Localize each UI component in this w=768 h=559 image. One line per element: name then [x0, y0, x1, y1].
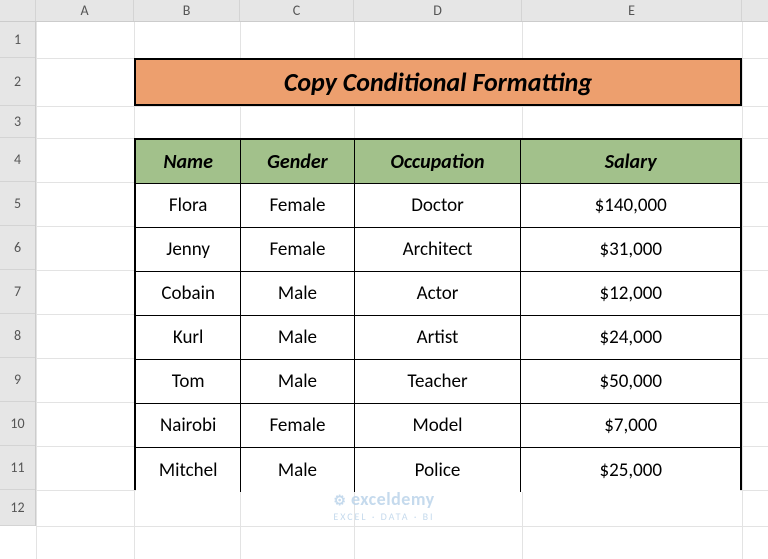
data-table: NameGenderOccupationSalaryFloraFemaleDoc… [134, 138, 742, 490]
select-all-corner[interactable] [0, 0, 36, 21]
cell[interactable]: $12,000 [521, 272, 740, 316]
row-header-2[interactable]: 2 [0, 58, 35, 106]
table-row: JennyFemaleArchitect$31,000 [136, 228, 740, 272]
row-header-6[interactable]: 6 [0, 226, 35, 270]
title-text: Copy Conditional Formatting [284, 66, 592, 98]
table-row: KurlMaleArtist$24,000 [136, 316, 740, 360]
table-header-name[interactable]: Name [136, 140, 241, 184]
cell[interactable]: Model [355, 404, 522, 448]
cell[interactable]: Actor [355, 272, 522, 316]
table-row: MitchelMalePolice$25,000 [136, 448, 740, 492]
row-header-4[interactable]: 4 [0, 138, 35, 182]
col-header-E[interactable]: E [522, 0, 742, 21]
cell[interactable]: $50,000 [521, 360, 740, 404]
cell[interactable]: $24,000 [521, 316, 740, 360]
title-cell[interactable]: Copy Conditional Formatting [134, 58, 742, 106]
cell[interactable]: Male [241, 360, 354, 404]
spreadsheet: ABCDE 123456789101112 Copy Conditional F… [0, 0, 768, 559]
row-header-5[interactable]: 5 [0, 182, 35, 226]
cell[interactable]: Doctor [355, 184, 522, 228]
cell[interactable]: Kurl [136, 316, 241, 360]
table-header-salary[interactable]: Salary [521, 140, 740, 184]
cell[interactable]: Tom [136, 360, 241, 404]
row-header-11[interactable]: 11 [0, 446, 35, 490]
column-headers: ABCDE [0, 0, 768, 22]
cell[interactable]: Teacher [355, 360, 522, 404]
table-row: TomMaleTeacher$50,000 [136, 360, 740, 404]
row-header-7[interactable]: 7 [0, 270, 35, 314]
cell[interactable]: Architect [355, 228, 522, 272]
cell[interactable]: Male [241, 448, 354, 492]
cell[interactable]: Female [241, 228, 354, 272]
cell[interactable]: $25,000 [521, 448, 740, 492]
cell[interactable]: Police [355, 448, 522, 492]
cell[interactable]: $31,000 [521, 228, 740, 272]
cell[interactable]: Male [241, 316, 354, 360]
table-header-gender[interactable]: Gender [241, 140, 354, 184]
cell[interactable]: Nairobi [136, 404, 241, 448]
table-row: CobainMaleActor$12,000 [136, 272, 740, 316]
row-header-12[interactable]: 12 [0, 490, 35, 526]
row-header-8[interactable]: 8 [0, 314, 35, 358]
cell[interactable]: Flora [136, 184, 241, 228]
cell[interactable]: Cobain [136, 272, 241, 316]
col-header-A[interactable]: A [36, 0, 134, 21]
cell[interactable]: Jenny [136, 228, 241, 272]
cell[interactable]: $7,000 [521, 404, 740, 448]
col-header-D[interactable]: D [354, 0, 522, 21]
row-header-3[interactable]: 3 [0, 106, 35, 138]
cell[interactable]: Artist [355, 316, 522, 360]
table-row: FloraFemaleDoctor$140,000 [136, 184, 740, 228]
table-header-occupation[interactable]: Occupation [355, 140, 522, 184]
cell[interactable]: Female [241, 404, 354, 448]
cell[interactable]: $140,000 [521, 184, 740, 228]
cell[interactable]: Male [241, 272, 354, 316]
row-headers: 123456789101112 [0, 22, 36, 526]
cell[interactable]: Mitchel [136, 448, 241, 492]
row-header-9[interactable]: 9 [0, 358, 35, 402]
table-row: NairobiFemaleModel$7,000 [136, 404, 740, 448]
col-header-B[interactable]: B [134, 0, 240, 21]
cell[interactable]: Female [241, 184, 354, 228]
col-header-C[interactable]: C [240, 0, 354, 21]
row-header-1[interactable]: 1 [0, 22, 35, 58]
row-header-10[interactable]: 10 [0, 402, 35, 446]
